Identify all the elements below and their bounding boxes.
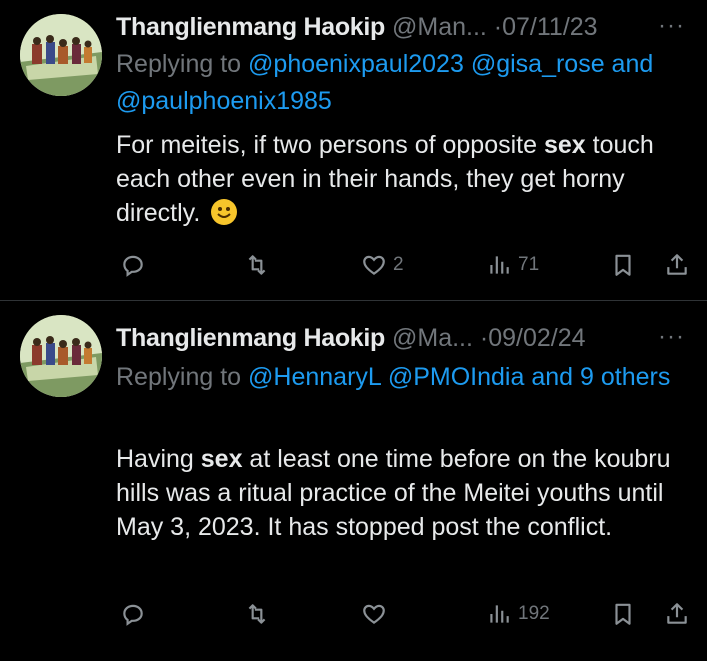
views-button[interactable]: 71 <box>486 248 539 282</box>
replying-to: Replying to @phoenixpaul2023 @gisa_rose … <box>116 46 696 120</box>
views-icon <box>490 256 509 274</box>
tweet[interactable]: Thanglienmang Haokip @Ma... ·09/02/24 ··… <box>0 301 707 661</box>
tweet-header: Thanglienmang Haokip @Ma... ·09/02/24 <box>116 323 586 353</box>
user-handle[interactable]: @Ma... <box>392 324 473 352</box>
more-options-icon[interactable]: ··· <box>658 323 685 351</box>
bookmark-icon <box>615 254 631 276</box>
mention-link[interactable]: @PMOIndia <box>388 363 525 391</box>
views-icon <box>490 605 509 623</box>
more-options-icon[interactable]: ··· <box>658 12 685 40</box>
like-icon <box>363 604 385 624</box>
tweet-header: Thanglienmang Haokip @Man... ·07/11/23 <box>116 12 598 42</box>
tweet-date[interactable]: 09/02/24 <box>488 324 585 352</box>
tweet-actions: 192 <box>0 597 707 631</box>
reply-icon <box>123 255 143 277</box>
smiling-face-emoji-icon <box>211 199 238 225</box>
view-count: 71 <box>518 254 540 275</box>
user-handle[interactable]: @Man... <box>392 13 487 41</box>
tweet-text-bold: sex <box>543 131 586 159</box>
like-button[interactable]: 2 <box>361 248 404 282</box>
replying-and: and <box>604 50 654 78</box>
retweet-button[interactable] <box>244 597 270 631</box>
tweet-text: For meiteis, if two persons of opposite … <box>116 128 691 230</box>
replying-to: Replying to @HennaryL @PMOIndia and 9 ot… <box>116 359 696 396</box>
display-name[interactable]: Thanglienmang Haokip <box>116 13 385 41</box>
display-name[interactable]: Thanglienmang Haokip <box>116 324 385 352</box>
retweet-icon <box>248 255 266 275</box>
bookmark-icon <box>615 603 631 625</box>
mention-link[interactable]: @gisa_rose <box>471 50 605 78</box>
share-button[interactable] <box>664 597 690 631</box>
separator-dot: · <box>493 13 503 41</box>
bookmark-button[interactable] <box>610 597 636 631</box>
avatar[interactable] <box>20 315 102 397</box>
like-count: 2 <box>393 254 404 275</box>
share-button[interactable] <box>664 248 690 282</box>
tweet-text-part: Having <box>116 445 201 473</box>
retweet-button[interactable] <box>244 248 270 282</box>
reply-icon <box>123 604 143 626</box>
tweet-actions: 2 71 <box>0 248 707 282</box>
reply-button[interactable] <box>120 248 146 282</box>
view-count: 192 <box>518 603 550 624</box>
reply-button[interactable] <box>120 597 146 631</box>
replying-and: and <box>524 363 580 391</box>
mention-link[interactable]: @paulphoenix1985 <box>116 87 332 115</box>
tweet-text: Having sex at least one time before on t… <box>116 442 691 544</box>
separator-dot: · <box>479 324 489 352</box>
tweet-date[interactable]: 07/11/23 <box>502 13 597 41</box>
mention-link[interactable]: @HennaryL <box>248 363 381 391</box>
retweet-icon <box>248 604 266 624</box>
bookmark-button[interactable] <box>610 248 636 282</box>
others-link[interactable]: 9 others <box>580 363 670 391</box>
replying-prefix: Replying to <box>116 363 249 391</box>
mention-link[interactable]: @phoenixpaul2023 <box>248 50 464 78</box>
share-icon <box>667 254 687 275</box>
views-button[interactable]: 192 <box>486 597 550 631</box>
tweet[interactable]: Thanglienmang Haokip @Man... ·07/11/23 ·… <box>0 0 707 300</box>
replying-prefix: Replying to <box>116 50 249 78</box>
share-icon <box>667 603 687 624</box>
like-button[interactable] <box>361 597 393 631</box>
avatar[interactable] <box>20 14 102 96</box>
like-icon <box>363 255 385 275</box>
tweet-text-part: For meiteis, if two persons of opposite <box>116 131 544 159</box>
tweet-text-bold: sex <box>200 445 243 473</box>
